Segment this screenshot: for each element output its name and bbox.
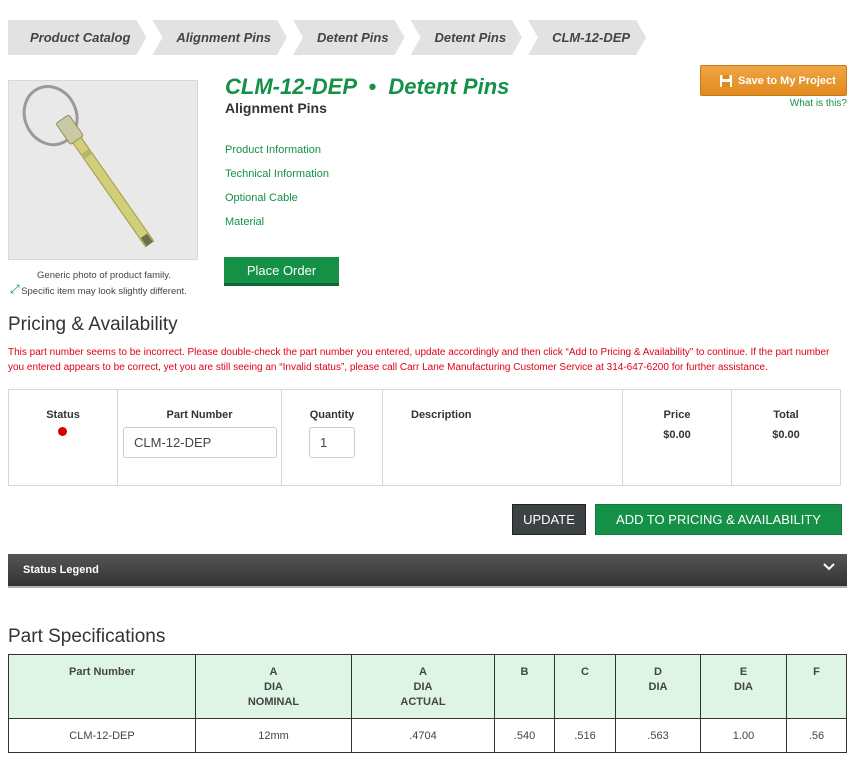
part-number-input[interactable]	[123, 427, 277, 458]
link-optional-cable[interactable]: Optional Cable	[225, 191, 329, 215]
spec-cell-d: .563	[615, 718, 701, 753]
spec-cell-c: .516	[554, 718, 616, 753]
breadcrumb-item-detent-pins[interactable]: Detent Pins	[293, 20, 405, 55]
link-technical-information[interactable]: Technical Information	[225, 167, 329, 191]
product-title: CLM-12-DEP • Detent Pins	[225, 74, 510, 99]
specs-title: Part Specifications	[8, 626, 166, 647]
spec-header-c: C	[554, 654, 616, 719]
update-button[interactable]: UPDATE	[512, 504, 586, 535]
product-info-links: Product Information Technical Informatio…	[225, 143, 329, 239]
price-column: Price $0.00	[623, 390, 732, 485]
spec-header-part-number: Part Number	[8, 654, 196, 719]
quantity-input[interactable]	[309, 427, 355, 458]
description-column: Description	[383, 390, 623, 485]
product-image[interactable]	[8, 80, 198, 260]
invalid-status-icon[interactable]	[58, 427, 67, 436]
status-column: Status	[9, 390, 118, 485]
spec-cell-a-actual: .4704	[351, 718, 495, 753]
product-subtitle: Alignment Pins	[225, 100, 327, 116]
save-disk-icon	[720, 74, 732, 87]
pricing-table: Status Part Number Quantity Description …	[8, 389, 841, 486]
spec-cell-f: .56	[786, 718, 847, 753]
place-order-button[interactable]: Place Order	[224, 257, 339, 286]
total-value: $0.00	[772, 429, 800, 441]
spec-cell-e: 1.00	[700, 718, 787, 753]
spec-cell-part-number: CLM-12-DEP	[8, 718, 196, 753]
spec-header-b: B	[494, 654, 555, 719]
spec-table: Part Number A DIA NOMINAL A DIA ACTUAL B C D…	[8, 654, 847, 753]
pricing-title: Pricing & Availability	[8, 314, 178, 335]
save-to-project-label: Save to My Project	[738, 74, 836, 87]
breadcrumb-item-product-catalog[interactable]: Product Catalog	[8, 20, 146, 55]
breadcrumb-item-detent-pins-2[interactable]: Detent Pins	[411, 20, 523, 55]
total-column: Total $0.00	[732, 390, 840, 485]
spec-cell-b: .540	[494, 718, 555, 753]
spec-header-row: Part Number A DIA NOMINAL A DIA ACTUAL B C D…	[8, 654, 847, 719]
save-to-project-button[interactable]: Save to My Project	[700, 65, 847, 96]
price-header: Price	[663, 409, 691, 421]
total-header: Total	[773, 409, 799, 421]
chevron-down-icon	[823, 563, 835, 571]
quantity-column: Quantity	[282, 390, 383, 485]
spec-cell-a-nominal: 12mm	[195, 718, 352, 753]
spec-header-e: E DIA	[700, 654, 787, 719]
error-message: This part number seems to be incorrect. …	[8, 347, 830, 373]
part-number-header: Part Number	[166, 409, 233, 421]
add-to-pricing-button[interactable]: ADD TO PRICING & AVAILABILITY	[595, 504, 842, 535]
breadcrumb: Product Catalog Alignment Pins Detent Pi…	[8, 20, 652, 55]
what-is-this-link[interactable]: What is this?	[790, 98, 847, 109]
price-value: $0.00	[663, 429, 691, 441]
image-note: Generic photo of product family. Specifi…	[21, 270, 187, 297]
detent-pin-illustration	[22, 85, 155, 248]
status-legend-bar[interactable]: Status Legend	[8, 554, 847, 588]
spec-header-a-actual: A DIA ACTUAL	[351, 654, 495, 719]
breadcrumb-item-alignment-pins[interactable]: Alignment Pins	[152, 20, 287, 55]
quantity-header: Quantity	[309, 409, 355, 421]
spec-header-f: F	[786, 654, 847, 719]
spec-header-d: D DIA	[615, 654, 701, 719]
status-header: Status	[46, 409, 80, 421]
description-header: Description	[411, 409, 472, 421]
breadcrumb-item-current: CLM-12-DEP	[528, 20, 646, 55]
link-material[interactable]: Material	[225, 215, 329, 239]
table-row: CLM-12-DEP 12mm .4704 .540 .516 .563 1.0…	[8, 718, 847, 753]
part-number-column: Part Number	[118, 390, 282, 485]
link-product-information[interactable]: Product Information	[225, 143, 329, 167]
spec-header-a-nominal: A DIA NOMINAL	[195, 654, 352, 719]
status-legend-label: Status Legend	[23, 564, 99, 576]
